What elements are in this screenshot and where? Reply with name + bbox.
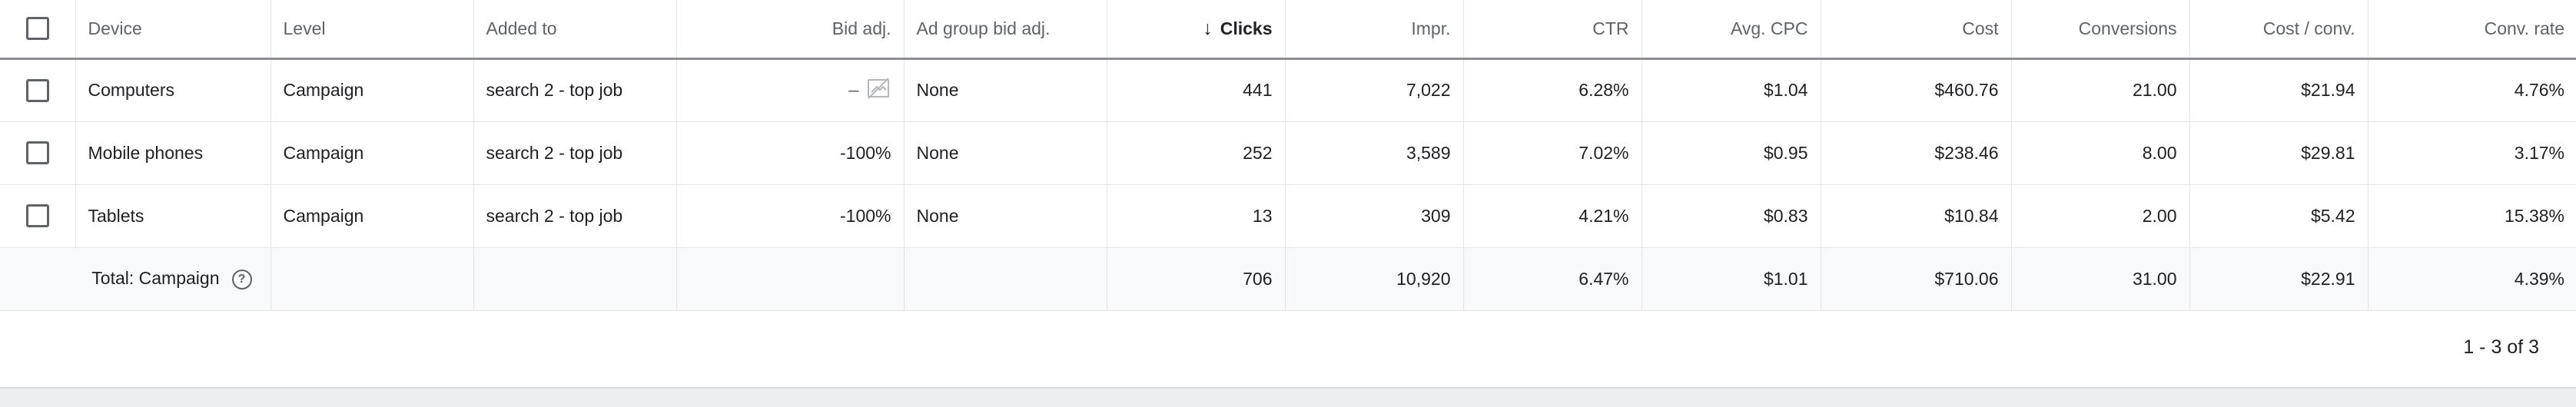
cell-conversions: 8.00 — [2011, 121, 2190, 185]
header-impr[interactable]: Impr. — [1285, 0, 1464, 60]
cell-cost-per-conv: $21.94 — [2189, 58, 2369, 122]
total-label: Total: Campaign — [91, 268, 220, 289]
bottom-scroll-bar[interactable] — [0, 387, 2576, 407]
table-row: Computers Campaign search 2 - top job – — [0, 58, 2576, 122]
arrow-down-icon: ↓ — [1203, 17, 1213, 39]
cell-cost: $460.76 — [1821, 58, 2012, 122]
cell-cost-per-conv: $5.42 — [2189, 184, 2369, 248]
header-avg-cpc[interactable]: Avg. CPC — [1642, 0, 1821, 60]
cell-added-to: search 2 - top job — [473, 121, 677, 185]
header-ad-group-bid-adj[interactable]: Ad group bid adj. — [904, 0, 1107, 60]
table-row: Mobile phones Campaign search 2 - top jo… — [0, 121, 2576, 185]
total-impr: 10,920 — [1285, 247, 1464, 311]
row-checkbox[interactable] — [25, 78, 49, 102]
header-ctr[interactable]: CTR — [1463, 0, 1642, 60]
help-circle-icon[interactable]: ? — [231, 269, 252, 290]
cell-cost-per-conv: $29.81 — [2189, 121, 2369, 185]
cell-ad-group-bid-adj: None — [904, 121, 1107, 185]
cell-added-to: search 2 - top job — [473, 184, 677, 248]
header-added-to[interactable]: Added to — [473, 0, 677, 60]
select-all-checkbox-cell[interactable] — [0, 0, 76, 60]
row-checkbox-cell[interactable] — [0, 121, 76, 185]
header-cost[interactable]: Cost — [1821, 0, 2012, 60]
row-checkbox[interactable] — [25, 141, 49, 164]
cell-ad-group-bid-adj: None — [904, 58, 1107, 122]
cell-clicks: 13 — [1107, 184, 1286, 248]
total-row: Total: Campaign? 706 10,920 6.47% $1.01 … — [0, 247, 2576, 311]
header-bid-adj[interactable]: Bid adj. — [676, 0, 905, 60]
header-clicks-label: Clicks — [1220, 18, 1273, 38]
cell-avg-cpc: $0.95 — [1642, 121, 1821, 185]
select-all-checkbox[interactable] — [25, 17, 49, 41]
device-table: Device Level Added to Bid adj. Ad group … — [0, 0, 2576, 311]
cell-impr: 3,589 — [1285, 121, 1464, 185]
table-header-row: Device Level Added to Bid adj. Ad group … — [0, 0, 2576, 60]
total-clicks: 706 — [1107, 247, 1286, 311]
cell-device: Computers — [75, 58, 271, 122]
header-conv-rate[interactable]: Conv. rate — [2368, 0, 2576, 60]
cell-level: Campaign — [271, 121, 474, 185]
cell-ctr: 4.21% — [1463, 184, 1642, 248]
row-checkbox-cell[interactable] — [0, 184, 76, 248]
total-empty-cell — [473, 247, 677, 311]
header-clicks[interactable]: ↓ Clicks — [1107, 0, 1286, 60]
header-conversions[interactable]: Conversions — [2011, 0, 2190, 60]
device-report-panel: Device Level Added to Bid adj. Ad group … — [0, 0, 2576, 407]
cell-avg-cpc: $0.83 — [1642, 184, 1821, 248]
cell-conversions: 21.00 — [2011, 58, 2190, 122]
cell-impr: 7,022 — [1285, 58, 1464, 122]
edit-disabled-icon[interactable] — [865, 75, 891, 106]
table-row: Tablets Campaign search 2 - top job -100… — [0, 184, 2576, 248]
row-checkbox-cell[interactable] — [0, 58, 76, 122]
total-avg-cpc: $1.01 — [1642, 247, 1821, 311]
cell-ad-group-bid-adj: None — [904, 184, 1107, 248]
cell-bid-adj[interactable]: -100% — [676, 184, 905, 248]
cell-avg-cpc: $1.04 — [1642, 58, 1821, 122]
row-checkbox[interactable] — [25, 204, 49, 227]
total-conv-rate: 4.39% — [2368, 247, 2576, 311]
cell-conversions: 2.00 — [2011, 184, 2190, 248]
header-device[interactable]: Device — [75, 0, 271, 60]
cell-conv-rate: 3.17% — [2368, 121, 2576, 185]
total-conversions: 31.00 — [2011, 247, 2190, 311]
cell-device: Tablets — [75, 184, 271, 248]
total-cost: $710.06 — [1821, 247, 2012, 311]
cell-level: Campaign — [271, 184, 474, 248]
header-cost-per-conv[interactable]: Cost / conv. — [2189, 0, 2369, 60]
cell-conv-rate: 4.76% — [2368, 58, 2576, 122]
cell-clicks: 252 — [1107, 121, 1286, 185]
cell-added-to: search 2 - top job — [473, 58, 677, 122]
cell-cost: $10.84 — [1821, 184, 2012, 248]
cell-clicks: 441 — [1107, 58, 1286, 122]
cell-device: Mobile phones — [75, 121, 271, 185]
pagination-status: 1 - 3 of 3 — [2463, 336, 2539, 358]
cell-conv-rate: 15.38% — [2368, 184, 2576, 248]
total-label-cell: Total: Campaign? — [0, 247, 271, 311]
total-ctr: 6.47% — [1463, 247, 1642, 311]
total-cost-per-conv: $22.91 — [2189, 247, 2369, 311]
cell-bid-adj[interactable]: -100% — [676, 121, 905, 185]
total-empty-cell — [271, 247, 474, 311]
bid-adj-value: – — [848, 79, 859, 101]
cell-bid-adj[interactable]: – — [676, 58, 905, 122]
cell-cost: $238.46 — [1821, 121, 2012, 185]
cell-ctr: 7.02% — [1463, 121, 1642, 185]
total-empty-cell — [904, 247, 1107, 311]
cell-level: Campaign — [271, 58, 474, 122]
total-empty-cell — [676, 247, 905, 311]
header-level[interactable]: Level — [271, 0, 474, 60]
cell-impr: 309 — [1285, 184, 1464, 248]
cell-ctr: 6.28% — [1463, 58, 1642, 122]
